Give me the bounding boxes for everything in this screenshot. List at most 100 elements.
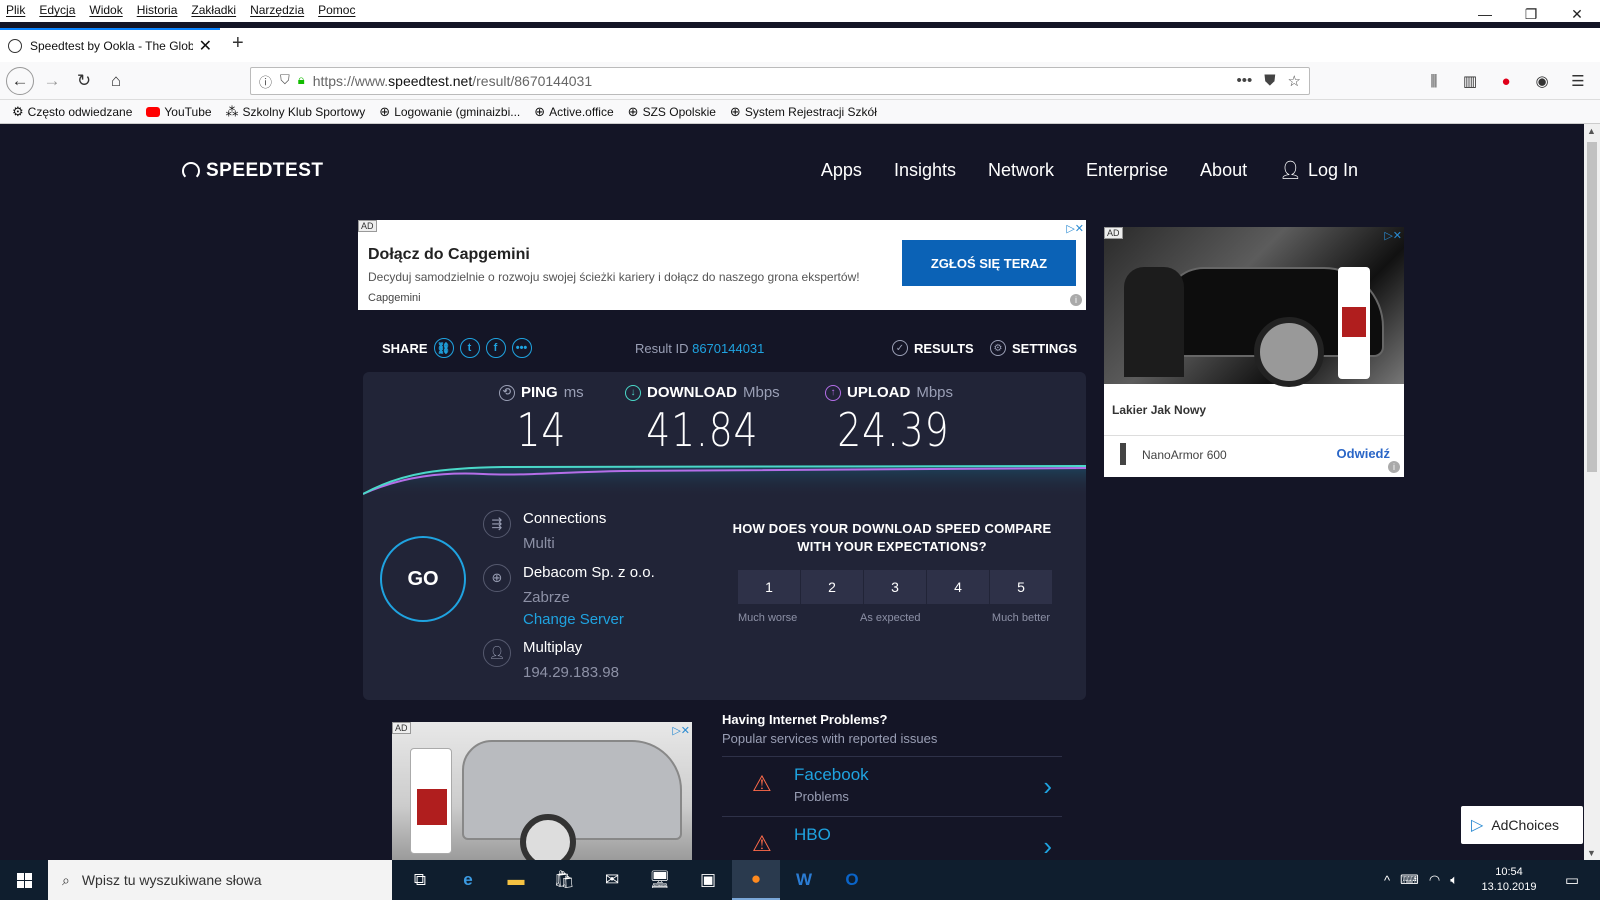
nav-apps[interactable]: Apps	[821, 160, 862, 181]
firefox-icon[interactable]: ●	[732, 860, 780, 900]
rating-2-button[interactable]: 2	[801, 570, 864, 604]
restore-button[interactable]: ❐	[1508, 0, 1554, 28]
pocket-icon[interactable]: ⛊	[1264, 72, 1275, 90]
remote-desktop-icon[interactable]: ▣	[684, 860, 732, 900]
notification-center-icon[interactable]: ▭	[1554, 860, 1590, 900]
menu-file[interactable]: Plik	[6, 3, 25, 17]
chevron-right-icon: ›	[1043, 771, 1052, 801]
nav-network[interactable]: Network	[988, 160, 1054, 181]
page-scrollbar[interactable]: ▲ ▼	[1584, 124, 1600, 860]
bookmark-szkolny-klub[interactable]: ⁂ Szkolny Klub Sportowy	[226, 104, 366, 120]
sidebar-icon[interactable]: ▥	[1458, 67, 1482, 95]
volume-icon[interactable]: 🔈︎	[1450, 872, 1458, 888]
scroll-up-icon[interactable]: ▲	[1587, 126, 1596, 136]
ad-close-icon[interactable]: ▷✕	[1066, 222, 1084, 235]
ad-visit-link[interactable]: Odwiedź	[1337, 446, 1390, 461]
nanoarmor-bottom-ad[interactable]: AD ▷✕	[392, 722, 692, 860]
menu-bookmarks[interactable]: Zakładki	[191, 3, 236, 17]
url-bar[interactable]: ⓘ ⛉ 🔒︎ https://www.speedtest.net/result/…	[250, 67, 1310, 95]
mail-icon[interactable]: ✉	[588, 860, 636, 900]
minimize-button[interactable]: —	[1462, 0, 1508, 28]
link-share-icon[interactable]: ⛓	[433, 338, 454, 358]
change-server-link[interactable]: Change Server	[523, 611, 624, 628]
tab-speedtest[interactable]: Speedtest by Ookla - The Globa ✕	[0, 28, 220, 62]
opera-extension-icon[interactable]: ●	[1494, 67, 1518, 95]
capgemini-banner-ad[interactable]: AD ▷✕ Dołącz do Capgemini Decyduj samodz…	[358, 220, 1086, 310]
page-actions-icon[interactable]: •••	[1237, 72, 1253, 90]
lock-icon[interactable]: 🔒︎	[298, 72, 305, 91]
start-button[interactable]	[0, 860, 48, 900]
network-icon[interactable]: ◠	[1429, 872, 1440, 888]
speedtest-logo[interactable]: SPEEDTEST	[182, 160, 323, 182]
result-id-value[interactable]: 8670144031	[692, 341, 764, 356]
more-share-icon[interactable]: •••	[511, 338, 532, 358]
rating-5-button[interactable]: 5	[990, 570, 1053, 604]
account-icon[interactable]: ◉	[1530, 67, 1554, 95]
bookmark-system-rejestracji[interactable]: ⊕ System Rejestracji Szkół	[730, 104, 877, 120]
outlook-icon[interactable]: O	[828, 860, 876, 900]
ad-close-icon[interactable]: ▷✕	[1384, 229, 1402, 242]
ad-info-icon[interactable]: i	[1388, 461, 1400, 473]
twitter-share-icon[interactable]: t	[459, 338, 480, 358]
adchoices-badge[interactable]: ▷ AdChoices	[1461, 806, 1583, 844]
taskbar-search[interactable]: ⌕ Wpisz tu wyszukiwane słowa	[48, 860, 392, 900]
problem-row-hbo[interactable]: ⚠ HBO ›	[722, 816, 1062, 860]
scrollbar-thumb[interactable]	[1587, 142, 1597, 472]
tray-chevron-icon[interactable]: ^	[1384, 873, 1390, 888]
store-icon[interactable]: 🛍︎	[540, 860, 588, 900]
home-button[interactable]: ⌂	[102, 67, 130, 95]
bookmark-most-visited[interactable]: ⚙ Często odwiedzane	[12, 104, 132, 120]
bookmark-szs-opolskie[interactable]: ⊕ SZS Opolskie	[628, 104, 716, 120]
globe-icon: ⊕	[483, 564, 511, 592]
word-icon[interactable]: W	[780, 860, 828, 900]
library-icon[interactable]: ⫼	[1422, 67, 1446, 95]
bookmark-star-icon[interactable]: ☆	[1288, 72, 1301, 90]
nav-about[interactable]: About	[1200, 160, 1247, 181]
reload-button[interactable]: ↻	[70, 67, 98, 95]
close-window-button[interactable]: ✕	[1554, 0, 1600, 28]
tab-bar: Speedtest by Ookla - The Globa ✕ +	[0, 28, 1600, 62]
menu-tools[interactable]: Narzędzia	[250, 3, 304, 17]
nanoarmor-side-ad[interactable]: AD ▷✕ Lakier Jak Nowy NanoArmor 600 Odwi…	[1104, 227, 1404, 477]
ad-cta-button[interactable]: ZGŁOŚ SIĘ TERAZ	[902, 240, 1076, 286]
survey-question: HOW DOES YOUR DOWNLOAD SPEED COMPARE WIT…	[732, 521, 1052, 554]
settings-button[interactable]: ⚙ SETTINGS	[990, 340, 1077, 356]
close-tab-icon[interactable]: ✕	[199, 36, 212, 56]
gear-icon: ⚙	[12, 103, 24, 119]
bookmark-active-office[interactable]: ⊕ Active.office	[534, 104, 613, 120]
tracking-shield-icon[interactable]: ⛉	[280, 72, 290, 91]
survey-scale: 1 2 3 4 5	[738, 570, 1057, 604]
login-link[interactable]: 👤︎ Log In	[1279, 160, 1358, 181]
hamburger-menu-icon[interactable]: ☰	[1566, 67, 1590, 95]
site-info-icon[interactable]: ⓘ	[259, 72, 272, 91]
ad-info-icon[interactable]: i	[1070, 294, 1082, 306]
menu-edit[interactable]: Edycja	[39, 3, 75, 17]
go-button[interactable]: GO	[380, 536, 466, 622]
menu-view[interactable]: Widok	[89, 3, 122, 17]
bookmark-youtube[interactable]: YouTube	[146, 105, 212, 119]
results-button[interactable]: ✓ RESULTS	[892, 340, 974, 356]
menu-help[interactable]: Pomoc	[318, 3, 355, 17]
rating-4-button[interactable]: 4	[927, 570, 990, 604]
ad-close-icon[interactable]: ▷✕	[672, 724, 690, 737]
url-text[interactable]: https://www.speedtest.net/result/8670144…	[313, 73, 592, 89]
windows-taskbar: ⌕ Wpisz tu wyszukiwane słowa ⧉ e ▬ 🛍︎ ✉ …	[0, 860, 1600, 900]
file-explorer-icon[interactable]: ▬	[492, 860, 540, 900]
facebook-share-icon[interactable]: f	[485, 338, 506, 358]
task-view-icon[interactable]: ⧉	[396, 860, 444, 900]
forward-button[interactable]: →	[38, 67, 66, 95]
edge-icon[interactable]: e	[444, 860, 492, 900]
rating-1-button[interactable]: 1	[738, 570, 801, 604]
app-icon[interactable]: 🖥︎	[636, 860, 684, 900]
keyboard-icon[interactable]: ⌨	[1400, 872, 1419, 888]
scroll-down-icon[interactable]: ▼	[1587, 848, 1596, 858]
bookmark-logowanie[interactable]: ⊕ Logowanie (gminaizbi...	[379, 104, 520, 120]
nav-enterprise[interactable]: Enterprise	[1086, 160, 1168, 181]
rating-3-button[interactable]: 3	[864, 570, 927, 604]
menu-history[interactable]: Historia	[137, 3, 178, 17]
back-button[interactable]: ←	[6, 67, 34, 95]
problem-row-facebook[interactable]: ⚠ Facebook Problems ›	[722, 756, 1062, 816]
new-tab-button[interactable]: +	[232, 32, 244, 55]
clock[interactable]: 10:54 13.10.2019	[1474, 865, 1544, 895]
nav-insights[interactable]: Insights	[894, 160, 956, 181]
